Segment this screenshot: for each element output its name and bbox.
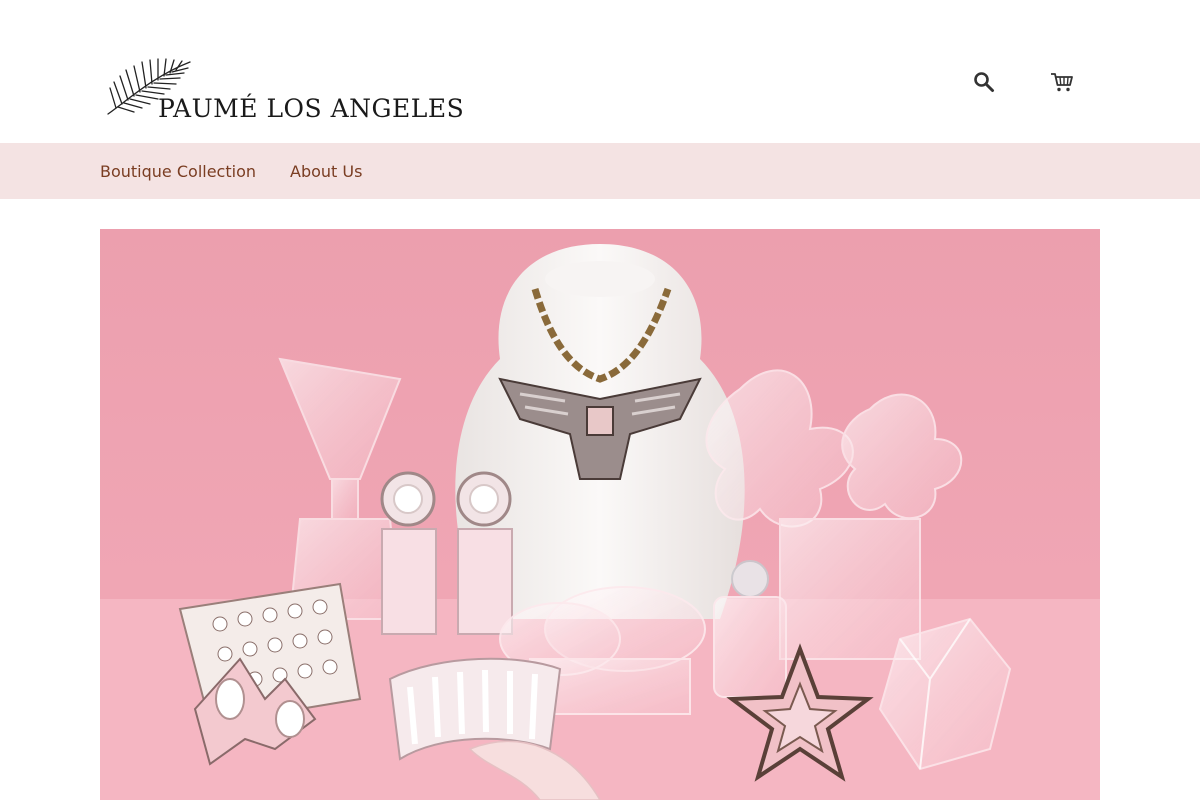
nav-link-about-us[interactable]: About Us <box>290 162 362 181</box>
logo-text: PAUMÉ LOS ANGELES <box>158 94 465 123</box>
header-icons <box>970 68 1076 96</box>
search-icon <box>974 72 994 92</box>
cart-button[interactable] <box>1048 68 1076 96</box>
hero-image <box>100 229 1100 800</box>
nav-list: Boutique Collection About Us <box>100 143 362 199</box>
nav-item-about-us: About Us <box>290 162 362 181</box>
search-button[interactable] <box>970 68 998 96</box>
cart-icon <box>1051 73 1073 92</box>
logo-link[interactable]: PAUMÉ LOS ANGELES <box>104 54 464 124</box>
main-nav: Boutique Collection About Us <box>0 143 1200 199</box>
jewelry-display-photo <box>100 229 1100 800</box>
nav-item-boutique-collection: Boutique Collection <box>100 162 256 181</box>
site-header: PAUMÉ LOS ANGELES <box>0 0 1200 143</box>
nav-link-boutique-collection[interactable]: Boutique Collection <box>100 162 256 181</box>
